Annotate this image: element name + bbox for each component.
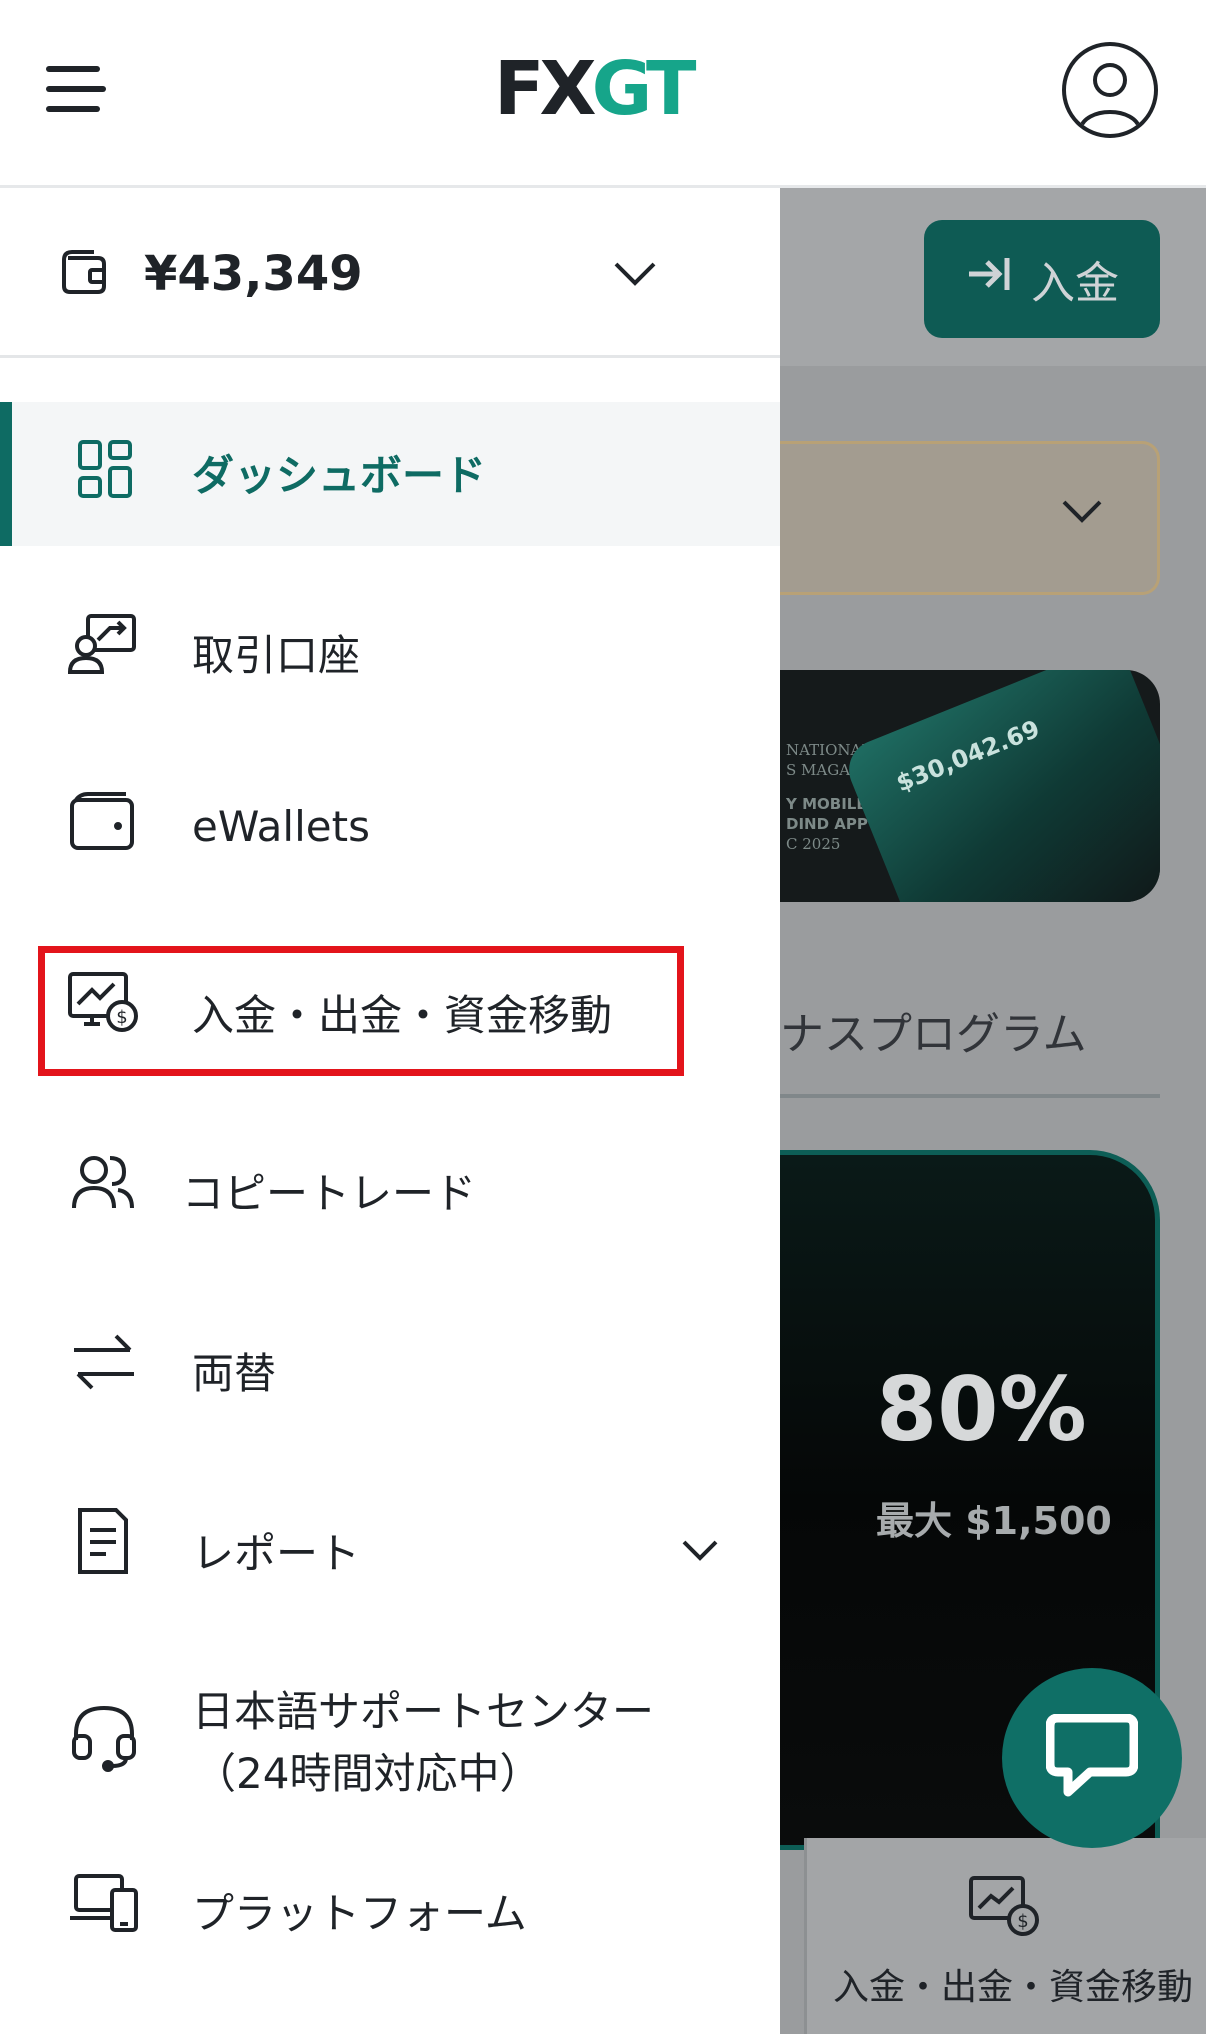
menu-item-support-center[interactable]: 日本語サポートセンター （24時間対応中） [0, 1658, 780, 1818]
menu-icon[interactable] [46, 66, 106, 116]
menu-item-label: プラットフォーム [192, 1889, 527, 1938]
menu-item-dashboard[interactable]: ダッシュボード [0, 402, 780, 546]
active-indicator [0, 402, 12, 546]
wallet-icon [60, 246, 110, 296]
balance-amount: ¥43,349 [144, 246, 363, 302]
funds-transfer-icon: $ [967, 1874, 1041, 1942]
menu-item-copy-trade[interactable]: コピートレード [0, 1120, 780, 1264]
bonus-percent: 80% [876, 1358, 1087, 1461]
phone-image [840, 670, 1160, 902]
top-header: FXGT [0, 0, 1206, 188]
devices-icon [66, 1864, 142, 1940]
balance-selector[interactable]: ¥43,349 [0, 188, 780, 358]
deposit-button-label: 入金 [1031, 258, 1119, 309]
trading-account-icon [66, 606, 142, 682]
chevron-down-icon [612, 258, 658, 292]
menu-item-label: eWallets [192, 802, 370, 851]
bonus-program-title: ナスプログラム [780, 1009, 1087, 1060]
chat-bubble-icon [1045, 1713, 1139, 1802]
menu-item-exchange[interactable]: 両替 [0, 1300, 780, 1444]
menu-item-funds[interactable]: $ 入金・出金・資金移動 [0, 942, 780, 1086]
menu-item-label: 両替 [192, 1349, 277, 1398]
menu-item-label: コピートレード [182, 1169, 477, 1218]
chevron-down-icon[interactable] [680, 1538, 720, 1568]
divider [780, 1094, 1160, 1098]
deposit-button[interactable]: 入金 [924, 220, 1160, 338]
profile-icon[interactable] [1062, 42, 1158, 138]
wallet-icon [66, 786, 142, 862]
background-top-bar: 入金 [780, 188, 1206, 366]
funds-transfer-icon: $ [66, 966, 142, 1042]
menu-item-label: 日本語サポートセンター [192, 1687, 655, 1736]
menu-item-label: レポート [192, 1529, 361, 1578]
side-drawer: ¥43,349 ダッシュボード 取引口座 eWallets $ 入金・出金・資金… [0, 188, 780, 2034]
menu-item-sublabel: （24時間対応中） [194, 1749, 542, 1798]
svg-text:$: $ [1017, 1911, 1028, 1932]
menu-item-report[interactable]: レポート [0, 1480, 780, 1624]
svg-text:$: $ [116, 1007, 127, 1028]
menu-item-ewallets[interactable]: eWallets [0, 762, 780, 906]
menu-item-trading-accounts[interactable]: 取引口座 [0, 582, 780, 726]
chat-button[interactable] [1002, 1668, 1182, 1848]
exchange-arrows-icon [66, 1324, 142, 1400]
promo-banner[interactable]: NATIONAL S MAGAZINE Y MOBILE DIND APP C … [780, 670, 1160, 902]
menu-item-platform[interactable]: プラットフォーム [0, 1840, 780, 1984]
login-arrow-icon [965, 254, 1013, 305]
document-icon [66, 1504, 142, 1580]
bottom-tab-funds[interactable]: $ 入金・出金・資金移動 [804, 1838, 1206, 2034]
menu-item-label: ダッシュボード [192, 451, 487, 500]
headset-icon [66, 1698, 142, 1774]
promo-dropdown[interactable] [780, 441, 1160, 595]
chevron-down-icon [1060, 496, 1104, 530]
users-icon [66, 1144, 142, 1220]
bonus-max: 最大 $1,500 [876, 1499, 1112, 1543]
fxgt-logo[interactable]: FXGT [494, 52, 697, 126]
dashboard-grid-icon [66, 436, 142, 512]
bottom-tab-label: 入金・出金・資金移動 [833, 1967, 1194, 2008]
menu-item-label: 取引口座 [192, 631, 361, 680]
menu-item-label: 入金・出金・資金移動 [192, 991, 613, 1040]
